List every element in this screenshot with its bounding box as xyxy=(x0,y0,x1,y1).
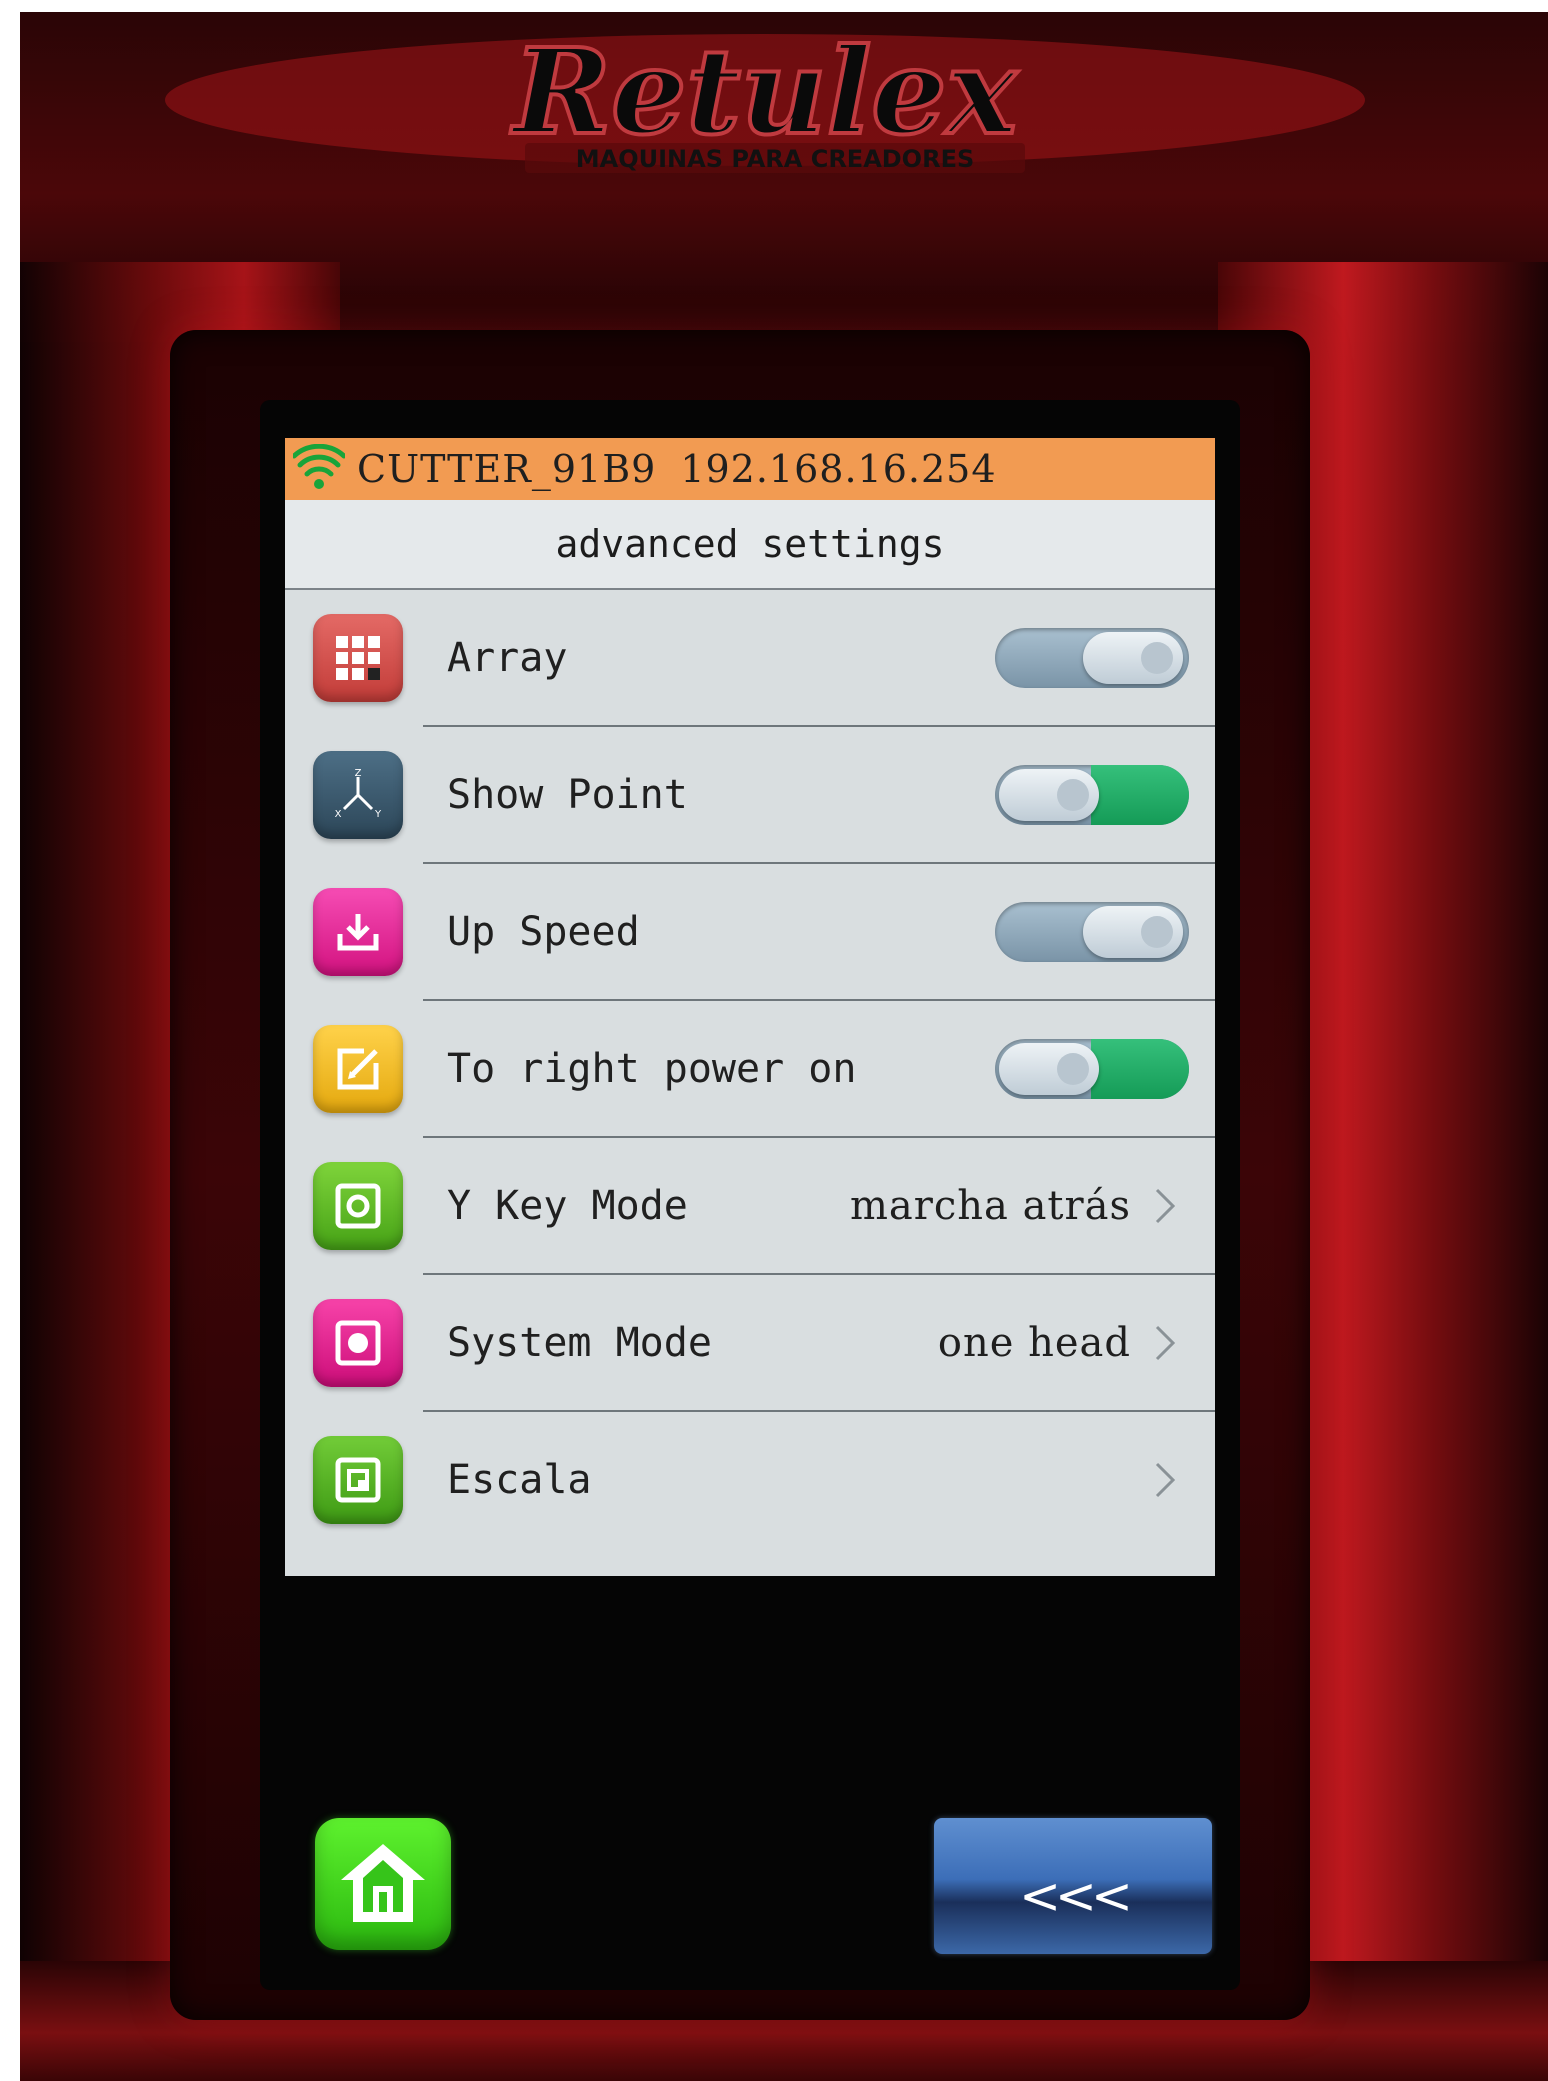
show-point-toggle[interactable] xyxy=(995,765,1189,825)
record-square-icon xyxy=(313,1299,403,1387)
target-square-icon xyxy=(313,1162,403,1250)
chevron-right-icon xyxy=(1155,1462,1176,1498)
array-toggle[interactable] xyxy=(995,628,1189,688)
setting-row-show-point[interactable]: Z X Y Show Point xyxy=(285,727,1215,864)
wifi-icon xyxy=(293,444,345,489)
setting-label: Escala xyxy=(447,1457,592,1503)
ip-address: 192.168.16.254 xyxy=(680,447,997,491)
home-button[interactable] xyxy=(315,1818,451,1950)
xyz-axis-icon: Z X Y xyxy=(313,751,403,839)
setting-row-escala[interactable]: Escala xyxy=(285,1412,1215,1549)
brand-logo: Retulex MAQUINAS PARA CREADORES xyxy=(150,20,1380,178)
settings-list: Array Z X Y Show Point Up Speed To right… xyxy=(285,590,1215,1549)
svg-text:Z: Z xyxy=(355,768,362,779)
setting-label: Y Key Mode xyxy=(447,1183,688,1229)
status-bar: CUTTER_91B9 192.168.16.254 xyxy=(285,438,1215,500)
device-name: CUTTER_91B9 xyxy=(357,447,657,491)
back-button-label: <<< xyxy=(1019,1867,1133,1925)
toggle-knob xyxy=(999,1043,1099,1095)
setting-label: System Mode xyxy=(447,1320,712,1366)
toggle-knob xyxy=(999,769,1099,821)
right-power-on-toggle[interactable] xyxy=(995,1039,1189,1099)
setting-row-system-mode[interactable]: System Mode one head xyxy=(285,1275,1215,1412)
up-speed-toggle[interactable] xyxy=(995,902,1189,962)
setting-row-array[interactable]: Array xyxy=(285,590,1215,727)
nested-square-icon xyxy=(313,1436,403,1524)
chevron-right-icon xyxy=(1155,1188,1176,1224)
setting-value: one head xyxy=(937,1320,1131,1366)
setting-label: Up Speed xyxy=(447,909,640,955)
svg-text:Y: Y xyxy=(374,809,382,820)
setting-row-y-key-mode[interactable]: Y Key Mode marcha atrás xyxy=(285,1138,1215,1275)
toggle-knob xyxy=(1083,906,1183,958)
setting-label: Array xyxy=(447,635,568,681)
back-button[interactable]: <<< xyxy=(934,1818,1212,1954)
brand-logo-artwork: Retulex MAQUINAS PARA CREADORES xyxy=(165,20,1365,173)
grid-icon xyxy=(313,614,403,702)
chevron-right-icon xyxy=(1155,1325,1176,1361)
setting-row-right-power-on[interactable]: To right power on xyxy=(285,1001,1215,1138)
page-title: advanced settings xyxy=(285,500,1215,590)
logo-wordmark: Retulex xyxy=(510,28,1018,161)
home-icon xyxy=(341,1844,425,1922)
edit-square-icon xyxy=(313,1025,403,1113)
toggle-knob xyxy=(1083,632,1183,684)
setting-label: To right power on xyxy=(447,1046,857,1092)
svg-text:X: X xyxy=(335,809,342,820)
setting-value: marcha atrás xyxy=(849,1183,1131,1229)
download-tray-icon xyxy=(313,888,403,976)
setting-label: Show Point xyxy=(447,772,688,818)
touch-screen: CUTTER_91B9 192.168.16.254 advanced sett… xyxy=(285,438,1215,1576)
setting-row-up-speed[interactable]: Up Speed xyxy=(285,864,1215,1001)
logo-tagline: MAQUINAS PARA CREADORES xyxy=(576,145,975,173)
